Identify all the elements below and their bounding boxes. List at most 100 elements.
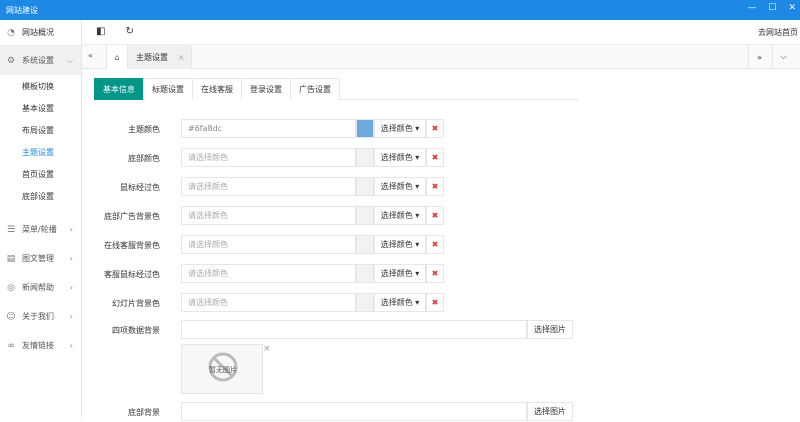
form-row-color: 鼠标经过色 请选择颜色 选择颜色 ▾ ✖	[0, 177, 600, 197]
color-input[interactable]: 请选择颜色	[181, 148, 356, 167]
color-swatch[interactable]	[356, 264, 374, 283]
subtab-ad-settings[interactable]: 广告设置	[290, 78, 340, 100]
goto-site-link[interactable]: 去网站首页	[758, 27, 798, 38]
form-row-color: 幻灯片背景色 请选择颜色 选择颜色 ▾ ✖	[0, 293, 600, 313]
form-label: 鼠标经过色	[120, 183, 160, 192]
chevron-right-icon: ›	[69, 225, 73, 234]
clear-color-icon[interactable]: ✖	[426, 264, 444, 283]
color-input-text: #6fa8dc	[188, 124, 223, 133]
form-row-image-data-bg: 四项数据背景 选择图片	[0, 320, 600, 340]
pick-color-button[interactable]: 选择颜色 ▾	[374, 148, 426, 167]
sidebar-group-system-settings[interactable]: ⚙ 系统设置 ⌵	[0, 46, 81, 75]
pick-color-button[interactable]: 选择颜色 ▾	[374, 293, 426, 312]
color-swatch[interactable]	[356, 206, 374, 225]
pick-image-button[interactable]: 选择图片	[527, 320, 573, 339]
home-icon[interactable]: ⌂	[106, 45, 128, 69]
settings-subtabs: 基本信息 标题设置 在线客服 登录设置 广告设置	[94, 78, 579, 100]
clear-color-icon[interactable]: ✖	[426, 148, 444, 167]
refresh-icon[interactable]: ↻	[125, 26, 133, 37]
clear-color-icon[interactable]: ✖	[426, 206, 444, 225]
form-label: 底部颜色	[128, 154, 160, 163]
color-input-text: 请选择颜色	[188, 182, 228, 191]
no-image-text: 暂无图片	[209, 366, 237, 374]
form-label: 在线客服背景色	[104, 241, 160, 250]
chevron-right-icon: ›	[69, 341, 73, 350]
color-input[interactable]: #6fa8dc	[181, 119, 356, 138]
subtab-login-settings[interactable]: 登录设置	[241, 78, 291, 100]
form-row-color: 底部广告背景色 请选择颜色 选择颜色 ▾ ✖	[0, 206, 600, 226]
color-input-text: 请选择颜色	[188, 298, 228, 307]
form-row-color: 主题颜色 #6fa8dc 选择颜色 ▾ ✖	[0, 119, 600, 139]
pick-color-button[interactable]: 选择颜色 ▾	[374, 206, 426, 225]
subtab-basic-info[interactable]: 基本信息	[94, 78, 144, 100]
color-input-text: 请选择颜色	[188, 240, 228, 249]
sidebar-item-label: 友情链接	[22, 341, 54, 350]
form-row-color: 在线客服背景色 请选择颜色 选择颜色 ▾ ✖	[0, 235, 600, 255]
color-swatch[interactable]	[356, 177, 374, 196]
form-row-image-footer-bg: 底部背景 选择图片	[0, 402, 600, 422]
top-toolbar: ◧ ↻ 去网站首页	[82, 20, 800, 45]
form-label: 底部广告背景色	[104, 212, 160, 221]
clear-color-icon[interactable]: ✖	[426, 235, 444, 254]
color-input[interactable]: 请选择颜色	[181, 177, 356, 196]
close-button[interactable]: ✕	[788, 3, 796, 13]
clear-color-icon[interactable]: ✖	[426, 119, 444, 138]
color-input-text: 请选择颜色	[188, 211, 228, 220]
gear-icon: ⚙	[6, 55, 16, 66]
form-label: 客服鼠标经过色	[104, 270, 160, 279]
document-icon: ▤	[6, 253, 16, 264]
list-icon: ☰	[6, 224, 16, 235]
subtab-online-service[interactable]: 在线客服	[192, 78, 242, 100]
tab-theme-settings[interactable]: 主题设置 ×	[128, 45, 192, 69]
help-icon: ◎	[7, 282, 15, 293]
color-input-text: 请选择颜色	[188, 153, 228, 162]
pick-color-button[interactable]: 选择颜色 ▾	[374, 264, 426, 283]
form-label: 四项数据背景	[112, 326, 160, 335]
chevron-down-icon: ⌵	[66, 55, 73, 65]
collapse-left-icon[interactable]: «	[88, 51, 93, 60]
color-input[interactable]: 请选择颜色	[181, 206, 356, 225]
window-titlebar: 网站建设 — ☐ ✕	[0, 0, 800, 20]
form-label: 幻灯片背景色	[112, 299, 160, 308]
sidebar-sub-basic-settings[interactable]: 基本设置	[0, 97, 81, 119]
clear-color-icon[interactable]: ✖	[426, 293, 444, 312]
color-input-text: 请选择颜色	[188, 269, 228, 278]
pick-color-button[interactable]: 选择颜色 ▾	[374, 119, 426, 138]
link-icon: ∞	[7, 340, 15, 351]
form-label: 底部背景	[128, 408, 160, 417]
image-path-input[interactable]	[181, 402, 527, 421]
chevron-right-icon: ›	[69, 283, 73, 292]
form-row-color: 客服鼠标经过色 请选择颜色 选择颜色 ▾ ✖	[0, 264, 600, 284]
image-path-input[interactable]	[181, 320, 527, 339]
scroll-tabs-right-icon[interactable]: »	[748, 45, 770, 69]
color-swatch[interactable]	[356, 148, 374, 167]
remove-image-icon[interactable]: ×	[263, 344, 271, 354]
pick-color-button[interactable]: 选择颜色 ▾	[374, 235, 426, 254]
sidebar-item-label: 系统设置	[22, 56, 54, 65]
sidebar-item-overview[interactable]: ◔ 网站概况	[0, 20, 81, 46]
tab-menu-chevron-icon[interactable]: ⌵	[772, 45, 794, 69]
subtab-title-settings[interactable]: 标题设置	[143, 78, 193, 100]
sidebar-item-label: 网站概况	[22, 28, 54, 37]
pick-image-button[interactable]: 选择图片	[527, 402, 573, 421]
color-input[interactable]: 请选择颜色	[181, 264, 356, 283]
window-title: 网站建设	[6, 6, 38, 15]
color-swatch[interactable]	[356, 293, 374, 312]
color-swatch[interactable]	[356, 119, 374, 138]
tab-bar: « ⌂ 主题设置 × » ⌵	[82, 45, 800, 69]
color-input[interactable]: 请选择颜色	[181, 293, 356, 312]
form-label: 主题颜色	[128, 125, 160, 134]
maximize-button[interactable]: ☐	[768, 3, 776, 13]
image-preview: 暂无图片	[181, 344, 263, 394]
pick-color-button[interactable]: 选择颜色 ▾	[374, 177, 426, 196]
tab-label: 主题设置	[136, 52, 168, 62]
gauge-icon: ◔	[7, 27, 15, 38]
sidebar-toggle-icon[interactable]: ◧	[96, 26, 105, 37]
form-row-color: 底部颜色 请选择颜色 选择颜色 ▾ ✖	[0, 148, 600, 168]
color-swatch[interactable]	[356, 235, 374, 254]
sidebar-sub-template-switch[interactable]: 模板切换	[0, 75, 81, 97]
color-input[interactable]: 请选择颜色	[181, 235, 356, 254]
tab-close-icon[interactable]: ×	[178, 53, 185, 62]
clear-color-icon[interactable]: ✖	[426, 177, 444, 196]
minimize-button[interactable]: —	[747, 3, 756, 13]
